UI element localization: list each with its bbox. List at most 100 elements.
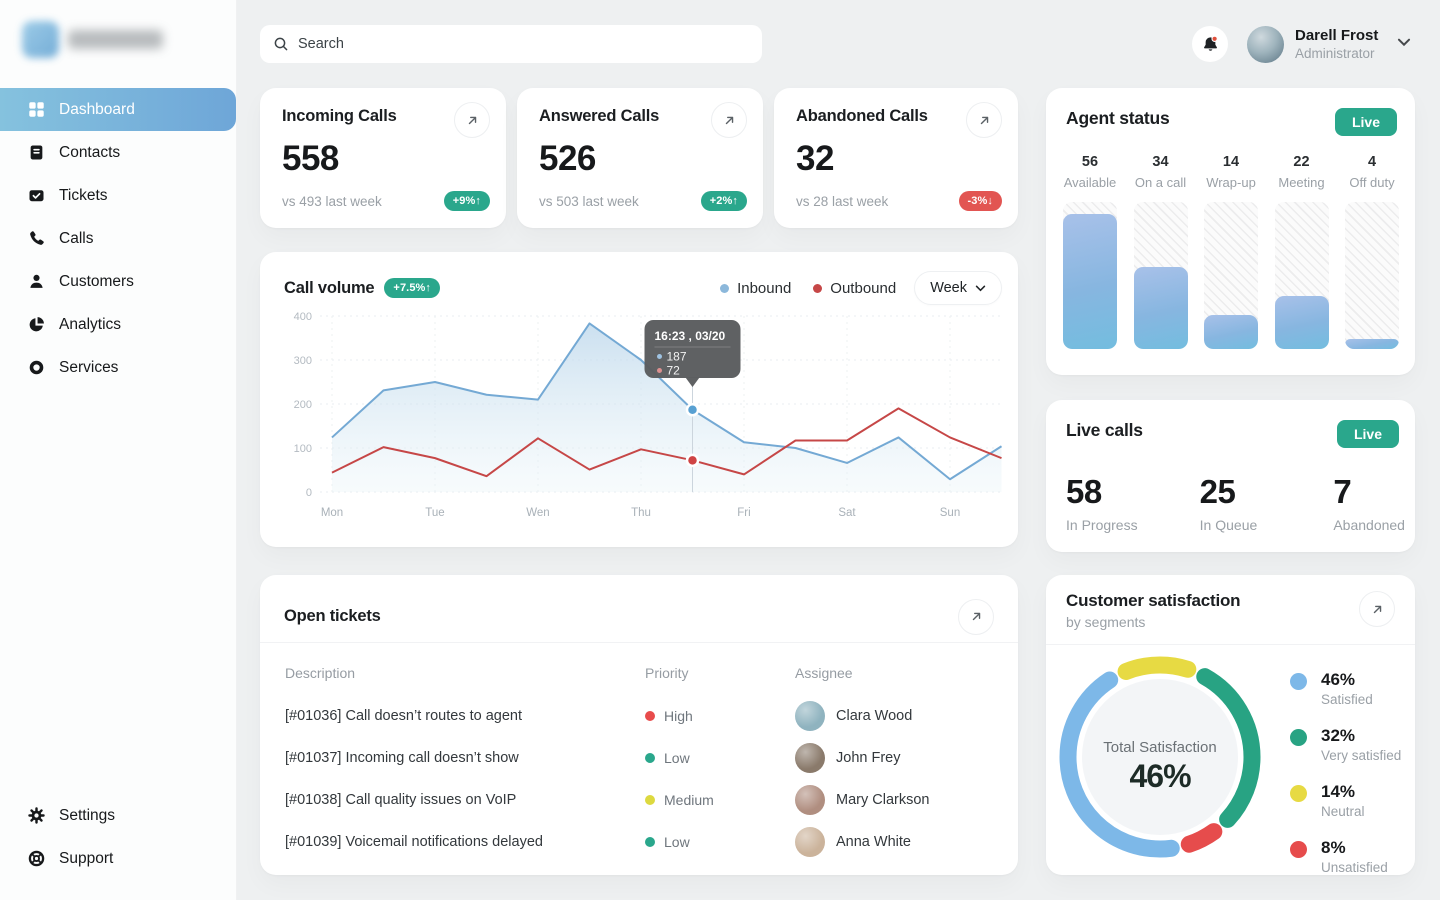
search-input[interactable] (298, 36, 749, 52)
gear-icon (27, 807, 45, 825)
svg-text:Total Satisfaction: Total Satisfaction (1103, 739, 1216, 756)
avatar (795, 701, 825, 731)
ticket-icon (27, 187, 45, 205)
open-tickets-card: Open tickets Description Priority Assign… (260, 575, 1018, 875)
kpi-value: 526 (539, 139, 741, 179)
bar-track (1204, 202, 1258, 349)
agent-status-card: Agent status Live 56 Available 34 On a c… (1046, 88, 1415, 375)
priority-dot (645, 837, 655, 847)
search-bar (260, 25, 762, 63)
svg-text:46%: 46% (1129, 758, 1191, 794)
user-role: Administrator (1295, 46, 1378, 63)
table-row[interactable]: [#01037] Incoming call doesn’t show Low … (260, 737, 1018, 779)
call-volume-title: Call volume (284, 279, 374, 298)
sidebar-item-customers[interactable]: Customers (0, 260, 236, 303)
sidebar-item-label: Tickets (59, 187, 108, 205)
ticket-assignee: John Frey (795, 743, 1018, 773)
satisfaction-title: Customer satisfaction (1066, 591, 1240, 611)
open-details-button[interactable] (958, 599, 994, 635)
pie-chart-icon (27, 316, 45, 334)
agent-col-off-duty: 4 Off duty (1344, 154, 1400, 349)
kpi-change-badge: -3%↓ (959, 191, 1002, 211)
kpi-comparison: vs 503 last week (539, 194, 639, 209)
arrow-up-right-icon (1371, 603, 1384, 616)
open-details-button[interactable] (454, 102, 490, 138)
table-row[interactable]: [#01038] Call quality issues on VoIP Med… (260, 779, 1018, 821)
ticket-description: [#01038] Call quality issues on VoIP (285, 792, 645, 808)
open-details-button[interactable] (711, 102, 747, 138)
table-header: Description Priority Assignee (260, 665, 1018, 681)
person-icon (27, 273, 45, 291)
sidebar-item-dashboard[interactable]: Dashboard (0, 88, 236, 131)
table-row[interactable]: [#01036] Call doesn’t routes to agent Hi… (260, 695, 1018, 737)
bar-track (1275, 202, 1329, 349)
ticket-assignee: Clara Wood (795, 701, 1018, 731)
legend-item-very-satisfied: 32%Very satisfied (1290, 726, 1401, 763)
ticket-priority: Low (645, 834, 795, 850)
svg-text:100: 100 (294, 443, 312, 455)
open-details-button[interactable] (1359, 591, 1395, 627)
phone-icon (27, 230, 45, 248)
sidebar-item-label: Services (59, 359, 118, 377)
kpi-card-answered-calls: Answered Calls 526 vs 503 last week +2%↑ (517, 88, 763, 228)
user-menu[interactable]: Darell Frost Administrator (1295, 27, 1378, 63)
call-volume-card: Call volume +7.5%↑ Inbound Outbound Week… (260, 252, 1018, 547)
user-avatar[interactable] (1247, 26, 1284, 63)
app-logo (22, 21, 163, 58)
svg-text:200: 200 (294, 399, 312, 411)
sidebar-item-support[interactable]: Support (0, 837, 236, 880)
sidebar-item-label: Support (59, 850, 113, 868)
ticket-assignee: Anna White (795, 827, 1018, 857)
svg-text:300: 300 (294, 355, 312, 367)
open-details-button[interactable] (966, 102, 1002, 138)
table-row[interactable]: [#01039] Voicemail notifications delayed… (260, 821, 1018, 863)
arrow-up-right-icon (466, 114, 479, 127)
svg-text:Fri: Fri (737, 507, 750, 519)
inbound-dot (720, 284, 729, 293)
ticket-assignee: Mary Clarkson (795, 785, 1018, 815)
svg-text:400: 400 (294, 311, 312, 323)
sidebar-item-tickets[interactable]: Tickets (0, 174, 236, 217)
bar-track (1345, 202, 1399, 349)
range-selector[interactable]: Week (914, 271, 1002, 305)
avatar (795, 743, 825, 773)
sidebar-item-label: Settings (59, 807, 115, 825)
legend-outbound: Outbound (813, 280, 896, 297)
ticket-description: [#01039] Voicemail notifications delayed (285, 834, 645, 850)
svg-text:Sun: Sun (940, 507, 960, 519)
legend-item-satisfied: 46%Satisfied (1290, 670, 1401, 707)
bar (1063, 214, 1117, 349)
live-calls-card: Live calls Live 58 In Progress 25 In Que… (1046, 400, 1415, 552)
svg-text:Tue: Tue (425, 507, 444, 519)
legend-dot (1290, 785, 1307, 802)
svg-text:16:23 , 03/20: 16:23 , 03/20 (655, 329, 726, 343)
ticket-priority: Medium (645, 792, 795, 808)
ticket-priority: High (645, 708, 795, 724)
ticket-description: [#01036] Call doesn’t routes to agent (285, 708, 645, 724)
sidebar: Dashboard Contacts Tickets Calls Custome… (0, 0, 237, 900)
sidebar-item-label: Analytics (59, 316, 121, 334)
col-priority: Priority (645, 665, 795, 681)
chevron-down-icon[interactable] (1397, 38, 1411, 47)
agent-status-chart: 56 Available 34 On a call 14 Wrap-up 22 … (1062, 154, 1400, 349)
notifications-button[interactable] (1192, 26, 1228, 62)
call-volume-chart: 0100200300400MonTueWenThuFriSatSun16:23 … (274, 304, 1018, 534)
svg-text:Wen: Wen (526, 507, 549, 519)
svg-text:72: 72 (667, 364, 681, 378)
col-assignee: Assignee (795, 665, 1018, 681)
kpi-comparison: vs 493 last week (282, 194, 382, 209)
sidebar-item-calls[interactable]: Calls (0, 217, 236, 260)
sidebar-item-services[interactable]: Services (0, 346, 236, 389)
legend-inbound: Inbound (720, 280, 791, 297)
user-name: Darell Frost (1295, 27, 1378, 46)
ticket-description: [#01037] Incoming call doesn’t show (285, 750, 645, 766)
sidebar-item-settings[interactable]: Settings (0, 794, 236, 837)
stat-abandoned: 7 Abandoned (1333, 473, 1405, 533)
sidebar-item-analytics[interactable]: Analytics (0, 303, 236, 346)
svg-text:Sat: Sat (838, 507, 856, 519)
agent-col-meeting: 22 Meeting (1274, 154, 1330, 349)
priority-dot (645, 795, 655, 805)
svg-text:187: 187 (667, 350, 687, 364)
sidebar-item-contacts[interactable]: Contacts (0, 131, 236, 174)
kpi-change-badge: +2%↑ (701, 191, 747, 211)
